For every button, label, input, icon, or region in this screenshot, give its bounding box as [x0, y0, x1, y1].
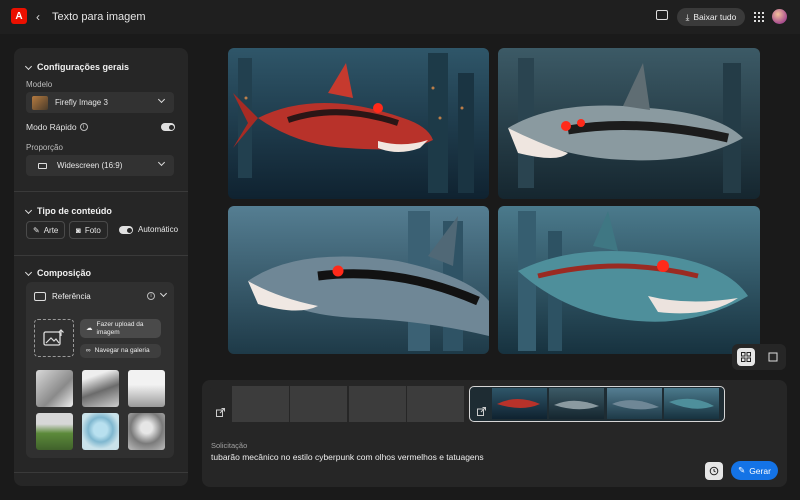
browse-gallery-label: Navegar na galeria [94, 347, 150, 355]
prompt-panel: Solicitação tubarão mecânico no estilo c… [202, 380, 787, 487]
upload-image-label: Fazer upload da imagem [96, 321, 144, 336]
generated-image-2[interactable] [498, 48, 760, 199]
reference-example-field[interactable] [36, 413, 73, 450]
content-type-title: Tipo de conteúdo [37, 206, 112, 216]
divider [14, 191, 188, 192]
upload-image-button[interactable]: ☁ Fazer upload da imagem [80, 319, 161, 338]
prompt-label: Solicitação [211, 441, 248, 450]
adobe-logo-icon[interactable]: A [11, 8, 27, 24]
reference-example-owl[interactable] [128, 413, 165, 450]
reference-example-room[interactable] [128, 370, 165, 407]
model-select[interactable]: Firefly Image 3 [26, 92, 174, 113]
ratio-label: Proporção [26, 143, 63, 152]
palette-icon: ✎ [33, 225, 40, 235]
generate-icon: ✎ [738, 465, 746, 475]
thumbnail-2[interactable] [549, 388, 604, 419]
model-thumbnail [32, 95, 48, 110]
image-upload-icon [43, 329, 64, 346]
model-label: Modelo [26, 80, 53, 89]
grid-view-icon [741, 352, 751, 362]
thumbnail-4[interactable] [664, 388, 719, 419]
chevron-down-icon [24, 62, 33, 70]
top-bar: A ‹ Texto para imagem ⤓ Baixar tudo [0, 0, 800, 34]
generate-button[interactable]: ✎ Gerar [731, 461, 778, 480]
chevron-down-icon [157, 158, 166, 167]
current-generation-strip[interactable] [469, 386, 725, 422]
feedback-icon[interactable] [656, 10, 668, 20]
camera-icon: ◙ [76, 225, 81, 235]
reference-label: Referência [52, 292, 91, 301]
photo-button[interactable]: ◙ Foto [69, 221, 108, 239]
info-icon[interactable]: i [79, 123, 88, 131]
history-icon [709, 466, 719, 476]
generate-label: Gerar [749, 465, 771, 476]
fast-mode-toggle[interactable] [161, 123, 175, 131]
download-all-label: Baixar tudo [693, 12, 737, 22]
reference-example-sketch[interactable] [36, 370, 73, 407]
browse-gallery-button[interactable]: ∞ Navegar na galeria [80, 344, 161, 358]
divider [14, 255, 188, 256]
ratio-select[interactable]: Widescreen (16:9) [26, 155, 174, 176]
upload-drop-zone[interactable] [34, 319, 74, 357]
thumbnail-slot[interactable] [407, 386, 464, 422]
generated-image-4[interactable] [498, 206, 760, 354]
fast-mode-row: Modo Rápido i [26, 122, 88, 132]
photo-label: Foto [84, 225, 101, 235]
reference-example-road[interactable] [82, 370, 119, 407]
thumbnail-slot[interactable] [349, 386, 406, 422]
ratio-value: Widescreen (16:9) [57, 161, 123, 170]
open-external-icon[interactable] [212, 404, 228, 420]
binoculars-icon: ∞ [86, 347, 91, 355]
art-label: Arte [43, 225, 59, 235]
info-icon[interactable]: i [147, 292, 155, 300]
composition-title: Composição [37, 268, 92, 278]
chevron-down-icon [24, 206, 33, 214]
page-title: Texto para imagem [52, 11, 146, 23]
thumbnail-slot[interactable] [290, 386, 347, 422]
thumbnail-1[interactable] [492, 388, 547, 419]
single-view-button[interactable] [764, 348, 782, 366]
grid-view-button[interactable] [737, 348, 755, 366]
history-button[interactable] [705, 462, 723, 480]
apps-grid-icon[interactable] [754, 12, 764, 22]
general-settings-header[interactable]: Configurações gerais [24, 62, 130, 72]
generated-image-1[interactable] [228, 48, 489, 199]
reference-icon [34, 292, 46, 301]
fast-mode-label: Modo Rápido [26, 122, 77, 132]
general-settings-title: Configurações gerais [37, 62, 130, 72]
aspect-ratio-icon [38, 162, 47, 169]
content-type-header[interactable]: Tipo de conteúdo [24, 206, 112, 216]
thumbnail-slot[interactable] [232, 386, 289, 422]
chevron-down-icon[interactable] [159, 289, 168, 298]
avatar[interactable] [772, 9, 787, 24]
settings-panel: Configurações gerais Modelo Firefly Imag… [14, 48, 188, 486]
auto-toggle[interactable] [119, 226, 133, 234]
auto-label: Automático [138, 225, 179, 234]
single-view-icon [768, 352, 778, 362]
model-value: Firefly Image 3 [55, 98, 108, 107]
reference-panel: Referência i ☁ Fazer upload da imagem ∞ … [26, 282, 174, 458]
chevron-down-icon [24, 268, 33, 276]
reference-example-object[interactable] [82, 413, 119, 450]
previous-generation-strip[interactable] [210, 386, 464, 422]
download-icon: ⤓ [685, 11, 690, 22]
open-external-icon[interactable] [473, 403, 489, 419]
view-toggle [732, 344, 786, 370]
back-arrow-icon[interactable]: ‹ [36, 10, 40, 24]
divider [14, 472, 188, 473]
cloud-upload-icon: ☁ [86, 324, 93, 332]
thumbnail-3[interactable] [607, 388, 662, 419]
download-all-button[interactable]: ⤓ Baixar tudo [677, 8, 745, 26]
composition-header[interactable]: Composição [24, 268, 92, 278]
generated-image-3[interactable] [228, 206, 489, 354]
prompt-input[interactable]: tubarão mecânico no estilo cyberpunk com… [211, 452, 484, 462]
art-button[interactable]: ✎ Arte [26, 221, 66, 239]
chevron-down-icon [157, 95, 166, 104]
